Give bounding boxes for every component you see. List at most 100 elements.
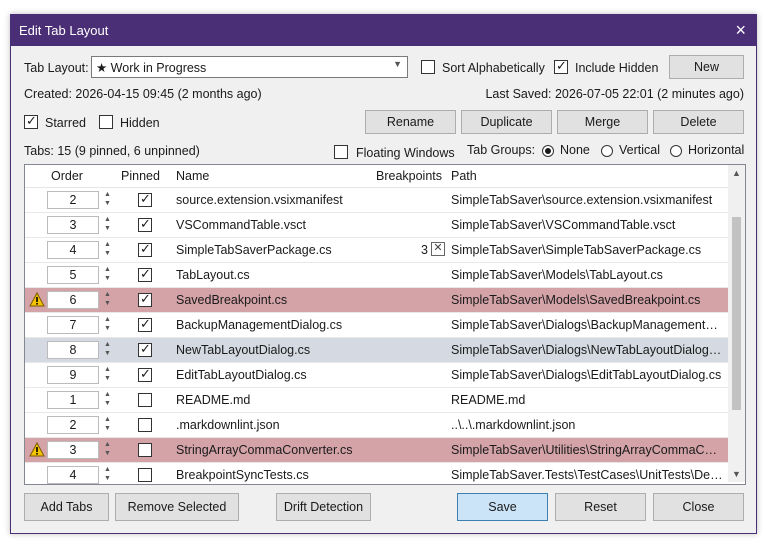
table-row[interactable]: 3 ▲▼ VSCommandTable.vsct SimpleTabSaver\VSC…	[25, 213, 728, 238]
table-row[interactable]: 6 ▲▼ SavedBreakpoint.cs SimpleTabSaver\Mode…	[25, 288, 728, 313]
sort-alphabetically-checkbox[interactable]	[421, 60, 435, 74]
order-spinner-icon[interactable]: ▲ ▼	[104, 190, 111, 208]
include-hidden-label: Include Hidden	[575, 61, 659, 75]
drift-detection-button[interactable]: Drift Detection	[276, 493, 371, 521]
hidden-label: Hidden	[120, 116, 160, 130]
save-button[interactable]: Save	[457, 493, 548, 521]
scroll-thumb[interactable]	[732, 217, 741, 410]
tab-layout-select[interactable]: ★ Work in Progress ▼	[91, 56, 408, 78]
tab-path: SimpleTabSaver\Models\SavedBreakpoint.cs	[451, 293, 701, 307]
table-row[interactable]: 7 ▲▼ BackupManagementDialog.cs SimpleTabSav…	[25, 313, 728, 338]
tab-groups-none-label: None	[560, 143, 590, 157]
order-spinner-icon[interactable]: ▲ ▼	[104, 240, 111, 258]
tab-name: SimpleTabSaverPackage.cs	[176, 243, 332, 257]
order-spinner-icon[interactable]: ▲ ▼	[104, 290, 111, 308]
table-row[interactable]: 8 ▲▼ NewTabLayoutDialog.cs SimpleTabSaver\D…	[25, 338, 728, 363]
order-spinner-icon[interactable]: ▲ ▼	[104, 215, 111, 233]
tab-groups-none-radio[interactable]	[542, 145, 554, 157]
order-input[interactable]: 8	[47, 341, 99, 359]
order-input[interactable]: 7	[47, 316, 99, 334]
table-row[interactable]: 2 ▲ ▼ .markdownlint.json ..\..\.markdownlint…	[25, 413, 728, 438]
tab-path: SimpleTabSaver\Utilities\StringArrayComm…	[451, 443, 723, 457]
order-input[interactable]: 2	[47, 191, 99, 209]
scroll-down-icon[interactable]: ▼	[732, 469, 741, 479]
scroll-up-icon[interactable]: ▲	[732, 168, 741, 178]
add-tabs-button[interactable]: Add Tabs	[24, 493, 109, 521]
order-input[interactable]: 6	[47, 291, 99, 309]
include-hidden-checkbox[interactable]	[554, 58, 568, 74]
floating-windows-checkbox[interactable]	[334, 145, 348, 159]
order-input[interactable]: 4	[47, 241, 99, 259]
pinned-checkbox[interactable]	[138, 266, 152, 282]
table-row[interactable]: 4 ▲ ▼ BreakpointSyncTests.cs SimpleTabSaver.…	[25, 463, 728, 484]
pinned-checkbox[interactable]	[138, 241, 152, 257]
grid-scrollbar[interactable]: ▲ ▼	[728, 165, 745, 482]
pinned-checkbox[interactable]	[138, 216, 152, 232]
close-icon[interactable]: ×	[735, 20, 746, 40]
grid-header: Order Pinned Name Breakpoints Path	[25, 165, 728, 188]
pinned-checkbox[interactable]	[138, 468, 152, 482]
tabs-grid[interactable]: Order Pinned Name Breakpoints Path 2▲▼so…	[24, 164, 746, 485]
order-input[interactable]: 3	[47, 441, 99, 459]
delete-button[interactable]: Delete	[653, 110, 744, 134]
tab-name: TabLayout.cs	[176, 268, 250, 282]
rename-button[interactable]: Rename	[365, 110, 456, 134]
table-row[interactable]: 9 ▲▼ EditTabLayoutDialog.cs SimpleTabSaver\…	[25, 363, 728, 388]
table-row[interactable]: 2 ▲▼ source.extension.vsixmanifest SimpleTa…	[25, 188, 728, 213]
order-spinner-icon[interactable]: ▲ ▼	[104, 415, 111, 433]
order-spinner-icon[interactable]: ▲ ▼	[104, 265, 111, 283]
table-row[interactable]: 1 ▲ ▼ README.md README.md	[25, 388, 728, 413]
tab-name: EditTabLayoutDialog.cs	[176, 368, 307, 382]
starred-checkbox[interactable]	[24, 113, 38, 129]
clear-breakpoints-icon[interactable]: ✕	[431, 242, 445, 256]
order-spinner-icon[interactable]: ▲ ▼	[104, 315, 111, 333]
pinned-checkbox[interactable]	[138, 191, 152, 207]
pinned-checkbox[interactable]	[138, 393, 152, 407]
order-spinner-icon[interactable]: ▲ ▼	[104, 390, 111, 408]
reset-button[interactable]: Reset	[555, 493, 646, 521]
tab-path: SimpleTabSaver\Dialogs\EditTabLayoutDial…	[451, 368, 722, 382]
order-input[interactable]: 4	[47, 466, 99, 484]
order-input[interactable]: 5	[47, 266, 99, 284]
title-bar: Edit Tab Layout ×	[11, 15, 756, 46]
order-spinner-icon[interactable]: ▲ ▼	[104, 365, 111, 383]
tab-groups-vertical-radio[interactable]	[601, 145, 613, 157]
tab-name: BreakpointSyncTests.cs	[176, 468, 309, 482]
close-button[interactable]: Close	[653, 493, 744, 521]
order-input[interactable]: 9	[47, 366, 99, 384]
order-spinner-icon[interactable]: ▲ ▼	[104, 465, 111, 483]
pinned-checkbox[interactable]	[138, 418, 152, 432]
tab-path: SimpleTabSaver.Tests\TestCases\UnitTests…	[451, 468, 723, 482]
pinned-checkbox[interactable]	[138, 366, 152, 382]
tab-path: SimpleTabSaver\SimpleTabSaverPackage.cs	[451, 243, 702, 257]
tab-name: README.md	[176, 393, 251, 407]
column-header-breakpoints[interactable]: Breakpoints	[376, 169, 442, 183]
pinned-checkbox[interactable]	[138, 291, 152, 307]
column-header-name[interactable]: Name	[176, 169, 209, 183]
table-row[interactable]: 3 ▲ ▼ StringArrayCommaConverter.cs SimpleTab…	[25, 438, 728, 463]
order-spinner-icon[interactable]: ▲ ▼	[104, 340, 111, 358]
merge-button[interactable]: Merge	[557, 110, 648, 134]
pinned-checkbox[interactable]	[138, 341, 152, 357]
table-row[interactable]: 5 ▲▼ TabLayout.cs SimpleTabSaver\Models\Tab…	[25, 263, 728, 288]
tab-path: SimpleTabSaver\Models\TabLayout.cs	[451, 268, 663, 282]
column-header-path[interactable]: Path	[451, 169, 477, 183]
duplicate-button[interactable]: Duplicate	[461, 110, 552, 134]
tab-name: StringArrayCommaConverter.cs	[176, 443, 353, 457]
remove-selected-button[interactable]: Remove Selected	[115, 493, 239, 521]
pinned-checkbox[interactable]	[138, 443, 152, 457]
table-row[interactable]: 4 ▲▼ SimpleTabSaverPackage.cs 3✕ SimpleTabSa…	[25, 238, 728, 263]
tab-path: SimpleTabSaver\VSCommandTable.vsct	[451, 218, 676, 232]
new-button[interactable]: New	[669, 55, 744, 79]
floating-windows-label: Floating Windows	[356, 146, 455, 160]
starred-label: Starred	[45, 116, 86, 130]
column-header-pinned[interactable]: Pinned	[121, 169, 160, 183]
order-input[interactable]: 2	[47, 416, 99, 434]
column-header-order[interactable]: Order	[51, 169, 83, 183]
order-input[interactable]: 1	[47, 391, 99, 409]
pinned-checkbox[interactable]	[138, 316, 152, 332]
hidden-checkbox[interactable]	[99, 115, 113, 129]
tab-groups-horizontal-radio[interactable]	[670, 145, 682, 157]
order-spinner-icon[interactable]: ▲ ▼	[104, 440, 111, 458]
order-input[interactable]: 3	[47, 216, 99, 234]
